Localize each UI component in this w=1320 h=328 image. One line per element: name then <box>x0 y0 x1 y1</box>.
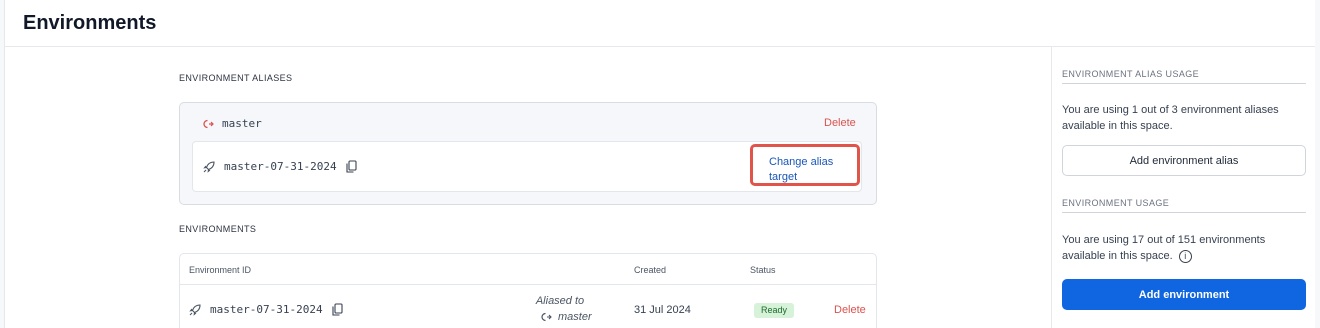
copy-icon[interactable] <box>346 160 357 173</box>
alias-target-name: master-07-31-2024 <box>224 160 337 173</box>
alias-name-row: master <box>200 117 262 130</box>
copy-icon[interactable] <box>332 303 343 316</box>
alias-card: master Delete master-07-31-2024 Change a… <box>179 102 877 205</box>
column-created: Created <box>634 265 667 275</box>
alias-target: master-07-31-2024 <box>203 160 357 173</box>
aliased-to-name: master <box>558 311 592 323</box>
column-environment-id: Environment ID <box>189 265 252 275</box>
alias-target-row: master-07-31-2024 Change alias target <box>192 141 862 192</box>
info-icon[interactable]: i <box>1178 249 1192 263</box>
change-alias-target-link[interactable]: Change alias target <box>769 155 859 185</box>
app-frame: Environments ENVIRONMENT ALIASES master … <box>4 0 1315 328</box>
environments-section-label: ENVIRONMENTS <box>179 224 257 234</box>
rocket-icon <box>189 303 201 316</box>
created-date: 31 Jul 2024 <box>634 304 691 316</box>
env-usage-text-wrap: You are using 17 out of 151 environments… <box>1062 232 1302 264</box>
delete-alias-link[interactable]: Delete <box>824 117 856 129</box>
environment-id: master-07-31-2024 <box>210 303 323 316</box>
environments-table: Environment ID Created Status master-07-… <box>179 253 877 328</box>
page-header: Environments <box>5 0 1315 47</box>
alias-usage-text: You are using 1 out of 3 environment ali… <box>1062 104 1279 132</box>
column-status: Status <box>750 265 776 275</box>
environment-id-cell: master-07-31-2024 <box>189 303 343 316</box>
change-alias-highlight: Change alias target <box>750 144 860 186</box>
add-environment-button[interactable]: Add environment <box>1062 279 1306 310</box>
aliases-section-label: ENVIRONMENT ALIASES <box>179 73 293 83</box>
table-header: Environment ID Created Status <box>180 254 876 285</box>
env-usage-text: You are using 17 out of 151 environments… <box>1062 234 1266 262</box>
alias-icon <box>538 311 552 323</box>
aliased-to-label: Aliased to <box>535 295 585 307</box>
env-usage-label: ENVIRONMENT USAGE <box>1062 198 1170 208</box>
alias-usage-label: ENVIRONMENT ALIAS USAGE <box>1062 69 1200 79</box>
aliased-to-value: master <box>538 311 592 323</box>
table-row: master-07-31-2024 Aliased to master 31 J… <box>180 285 876 328</box>
status-badge: Ready <box>754 303 795 318</box>
delete-environment-link[interactable]: Delete <box>834 304 866 316</box>
add-environment-alias-button[interactable]: Add environment alias <box>1062 145 1306 176</box>
divider <box>1062 212 1306 213</box>
alias-name: master <box>222 117 262 130</box>
rocket-icon <box>203 160 215 173</box>
page-title: Environments <box>23 12 157 34</box>
usage-sidebar: ENVIRONMENT ALIAS USAGE You are using 1 … <box>1051 47 1315 328</box>
divider <box>1062 83 1306 84</box>
alias-icon <box>200 118 214 130</box>
